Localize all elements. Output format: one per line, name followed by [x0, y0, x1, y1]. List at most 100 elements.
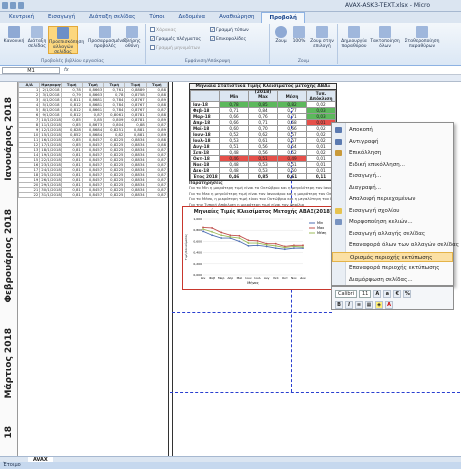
shrink-font-icon[interactable]: a — [383, 289, 392, 298]
stats-header[interactable] — [190, 90, 220, 102]
table-cell[interactable]: 0,87 — [145, 192, 169, 198]
data-point[interactable] — [202, 230, 204, 233]
menu-item[interactable]: Εισαγωγή σχολίου — [332, 206, 453, 216]
context-menu[interactable]: Αποκοπή Αντιγραφή Επικόλληση Ειδική επικόλλ… — [331, 122, 459, 286]
menu-item[interactable]: Εισαγωγή αλλαγής σελίδας — [332, 229, 453, 239]
save-icon[interactable] — [2, 2, 8, 9]
price-data-table[interactable]: Α/ΑΗμερομηνίαΤιμήΤιμήΤιμήΤιμήΤιμή12/1/20… — [17, 82, 169, 198]
data-point[interactable] — [293, 245, 295, 248]
table-cell[interactable]: 0,8834 — [124, 192, 147, 198]
table-cell[interactable]: 22/1/2018 — [39, 157, 62, 163]
menu-item[interactable]: Αντιγραφή — [332, 137, 453, 147]
table-cell[interactable]: 0,8457 — [81, 192, 105, 198]
data-point[interactable] — [211, 230, 213, 233]
percent-icon[interactable]: % — [403, 289, 412, 298]
data-point[interactable] — [247, 244, 250, 247]
menu-item[interactable]: Ορισμός περιοχής εκτύπωσης — [332, 251, 453, 262]
tab[interactable]: Αναθεώρηση — [212, 12, 261, 23]
data-point[interactable] — [229, 234, 232, 237]
data-point[interactable] — [238, 237, 241, 239]
mini-toolbar[interactable]: Calibri 11 A a € % B I ≡ ▦ ◈ A — [331, 286, 454, 310]
messagebar-checkbox[interactable]: Γραμμή μηνυμάτων — [150, 45, 200, 51]
table-cell[interactable]: 10/1/2018 — [39, 117, 62, 123]
menu-item[interactable]: Απαλοιφή περιεχομένων — [332, 194, 453, 204]
menu-item[interactable]: Εισαγωγή... — [332, 171, 453, 181]
table-cell[interactable]: 15/1/2018 — [39, 132, 62, 138]
table-cell[interactable]: 12/1/2018 — [39, 127, 62, 133]
table-cell[interactable]: 19/1/2018 — [39, 152, 62, 158]
tab[interactable]: Προβολή — [261, 12, 305, 23]
data-point[interactable] — [274, 247, 277, 250]
table-cell[interactable]: 18/1/2018 — [39, 147, 62, 153]
stats-table-box[interactable]: Μηνιαία Στατιστικά Τιμής Κλεισίματος μετ… — [189, 83, 337, 181]
stats-cell[interactable]: 0,46 — [219, 173, 249, 180]
freeze-panes-button[interactable]: Σταθεροποίηση παραθύρων — [402, 26, 442, 49]
font-size-box[interactable]: 11 — [358, 289, 372, 298]
data-point[interactable] — [247, 239, 250, 242]
zoom-100-button[interactable]: 100% — [290, 26, 308, 44]
redo-icon[interactable] — [18, 2, 24, 9]
zoom-button[interactable]: Ζουμ — [272, 26, 290, 44]
data-point[interactable] — [293, 247, 295, 250]
page-break-preview-button[interactable]: Προεπισκόπηση αλλαγών σελίδας — [48, 26, 84, 55]
menu-item[interactable]: Αποκοπή — [332, 125, 453, 135]
table-cell[interactable]: 17/1/2018 — [39, 142, 62, 148]
gridlines-checkbox[interactable]: ✓ Γραμμές πλέγματος — [150, 36, 201, 42]
data-point[interactable] — [229, 236, 232, 238]
table-cell[interactable]: 11/1/2018 — [39, 122, 62, 128]
data-point[interactable] — [274, 242, 277, 245]
table-cell[interactable]: 25/1/2018 — [39, 172, 62, 178]
tab[interactable]: Διάταξη σελίδας — [82, 12, 142, 23]
font-name-box[interactable]: Calibri — [335, 289, 357, 298]
table-cell[interactable]: 5/1/2018 — [39, 102, 62, 108]
fullscreen-button[interactable]: Πλήρης οθόνη — [120, 26, 144, 49]
line-chart[interactable]: Μηνιαίες Τιμές Κλεισίματος Μετοχής ΑΒΑΞ(… — [182, 206, 344, 290]
page-layout-button[interactable]: Διάταξη σελίδας — [26, 26, 48, 49]
data-point[interactable] — [211, 227, 213, 229]
data-point[interactable] — [302, 244, 304, 247]
menu-item[interactable]: Επαναφορά όλων των αλλαγών σελίδας — [332, 240, 459, 250]
worksheet[interactable]: Ιανουάριος 2018 Φεβρουάριος 2018 Μάρτιος… — [0, 82, 461, 456]
font-color-icon[interactable]: A — [385, 300, 393, 309]
table-cell[interactable]: 22 — [17, 192, 41, 198]
menu-item[interactable]: Ειδική επικόλληση... — [332, 160, 453, 170]
tab[interactable]: Εισαγωγή — [41, 12, 82, 23]
menu-item[interactable]: Διαμόρφωση σελίδας... — [332, 275, 453, 285]
menu-item[interactable]: Επαναφορά περιοχής εκτύπωσης — [332, 263, 453, 273]
zoom-selection-button[interactable]: Ζουμ στην επιλογή — [308, 26, 336, 49]
data-point[interactable] — [283, 248, 286, 251]
data-point[interactable] — [274, 244, 277, 247]
stats-cell[interactable]: 0,61 — [277, 173, 307, 180]
align-icon[interactable]: ≡ — [355, 300, 363, 309]
italic-button[interactable]: I — [345, 300, 353, 309]
data-point[interactable] — [247, 242, 250, 244]
table-cell[interactable]: 30/1/2018 — [39, 187, 62, 193]
table-cell[interactable]: 23/1/2018 — [39, 162, 62, 168]
data-point[interactable] — [220, 234, 223, 237]
data-point[interactable] — [265, 245, 268, 248]
table-cell[interactable]: 8/1/2018 — [39, 107, 62, 113]
grow-font-icon[interactable]: A — [373, 289, 382, 298]
stats-header[interactable]: Μέση — [277, 90, 307, 102]
data-point[interactable] — [283, 246, 286, 249]
data-point[interactable] — [256, 239, 259, 242]
arrange-all-button[interactable]: Τακτοποίηση όλων — [370, 26, 400, 49]
borders-icon[interactable]: ▦ — [365, 300, 373, 309]
fx-icon[interactable]: fx — [64, 67, 69, 73]
stats-header[interactable]: Τυπ. Απόκλιση — [306, 90, 336, 102]
menu-item[interactable]: Μορφοποίηση κελιών... — [332, 217, 453, 227]
table-cell[interactable]: 2/1/2018 — [39, 87, 62, 93]
currency-icon[interactable]: € — [393, 289, 402, 298]
tab[interactable]: Τύποι — [142, 12, 171, 23]
bold-button[interactable]: B — [335, 300, 343, 309]
stats-cell[interactable]: 0,85 — [248, 173, 278, 180]
ruler-checkbox[interactable]: Χάρακας — [150, 27, 176, 33]
data-point[interactable] — [220, 237, 223, 239]
stats-header[interactable]: Min — [219, 90, 249, 102]
name-box[interactable]: M1 — [2, 67, 60, 74]
tab[interactable]: Κεντρική — [2, 12, 41, 23]
stats-table[interactable]: Min Max Μέση Τυπ. Απόκλιση Ιαν-18 0,78 0,85 0,8… — [190, 90, 336, 180]
data-point[interactable] — [202, 226, 204, 229]
data-point[interactable] — [220, 231, 223, 234]
table-cell[interactable]: 29/1/2018 — [39, 182, 62, 188]
